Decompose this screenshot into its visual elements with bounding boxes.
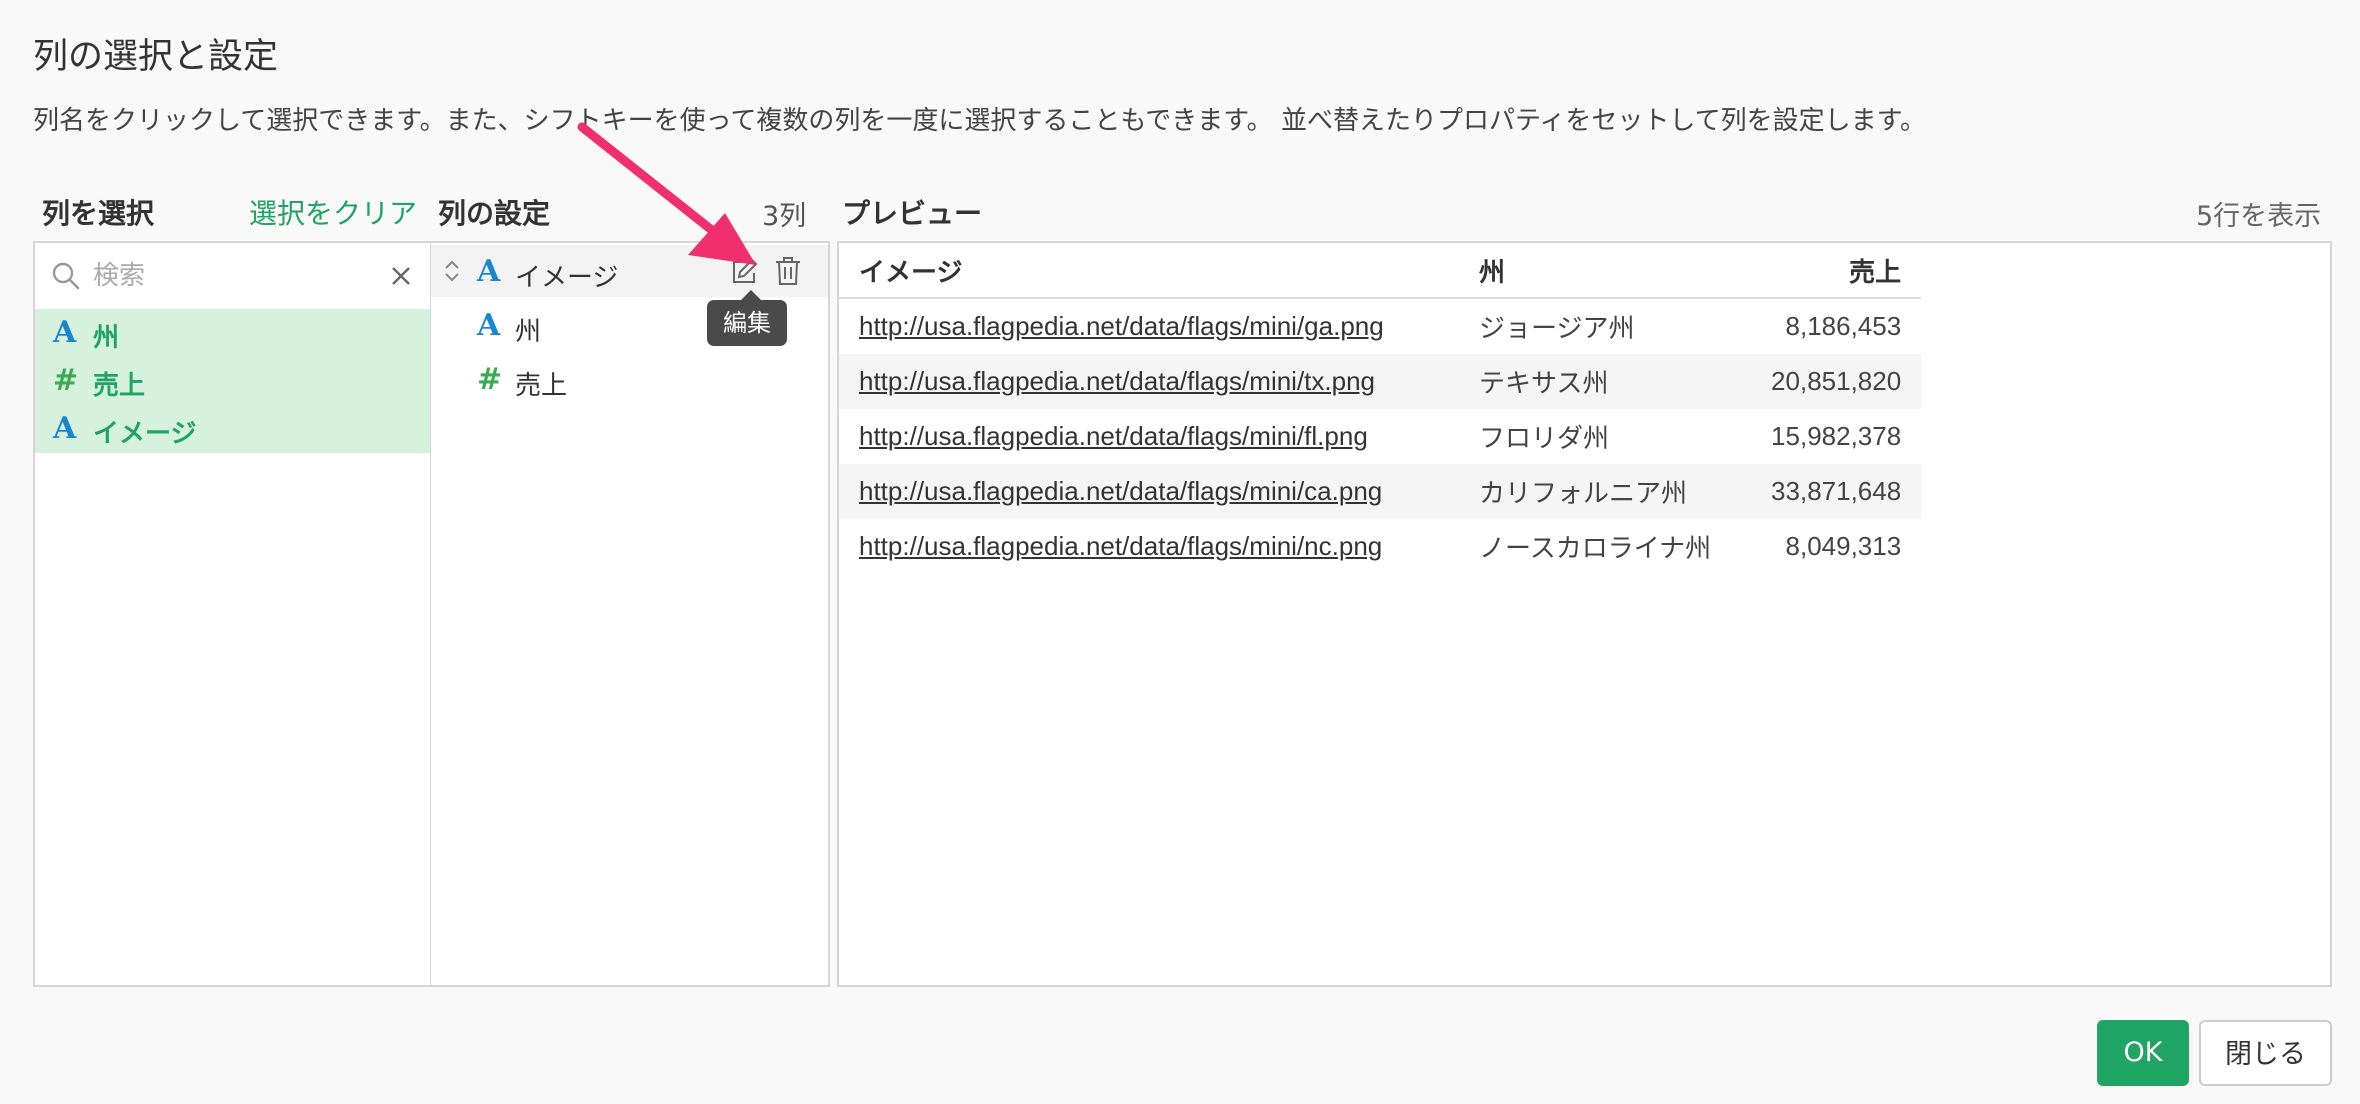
- clear-selection-link[interactable]: 選択をクリア: [249, 192, 417, 232]
- rows-shown-label: 5行を表示: [2196, 201, 2322, 232]
- character-type-icon: A: [53, 411, 77, 446]
- dialog-title: 列の選択と設定: [33, 37, 279, 77]
- select-columns-heading: 列を選択: [42, 197, 155, 230]
- select-item-state[interactable]: A 州: [35, 309, 430, 357]
- sales-cell: 8,186,453: [1785, 311, 1902, 341]
- edit-tooltip: 編集: [707, 290, 787, 346]
- select-item-label: 州: [93, 323, 120, 353]
- preview-table: イメージ 州 売上 http://usa.flagpedia.net/data/…: [839, 243, 1922, 574]
- column-header: 売上: [1731, 243, 1922, 299]
- column-settings-heading: 列の設定: [438, 197, 551, 230]
- character-type-icon: A: [477, 308, 501, 343]
- numeric-type-icon: #: [477, 362, 503, 397]
- character-type-icon: A: [477, 254, 501, 289]
- table-row: http://usa.flagpedia.net/data/flags/mini…: [839, 298, 1921, 354]
- state-cell: ジョージア州: [1479, 313, 1635, 343]
- table-row: http://usa.flagpedia.net/data/flags/mini…: [839, 354, 1922, 409]
- preview-panel: イメージ 州 売上 http://usa.flagpedia.net/data/…: [837, 241, 2332, 987]
- sales-cell: 8,049,313: [1785, 531, 1902, 561]
- select-item-label: 売上: [93, 371, 146, 401]
- column-header: 州: [1459, 243, 1732, 299]
- ok-button[interactable]: OK: [2097, 1020, 2189, 1086]
- close-button[interactable]: 閉じる: [2199, 1020, 2332, 1086]
- table-row: http://usa.flagpedia.net/data/flags/mini…: [839, 519, 1921, 574]
- state-cell: テキサス州: [1459, 354, 1732, 409]
- image-url-cell[interactable]: http://usa.flagpedia.net/data/flags/mini…: [839, 354, 1459, 409]
- drag-handle-icon[interactable]: [443, 259, 461, 287]
- image-url-cell[interactable]: http://usa.flagpedia.net/data/flags/mini…: [839, 464, 1459, 519]
- image-url-cell[interactable]: http://usa.flagpedia.net/data/flags/mini…: [839, 409, 1459, 464]
- select-item-image[interactable]: A イメージ: [35, 405, 430, 453]
- column-select-panel: A 州 # 売上 A イメージ: [33, 241, 432, 987]
- settings-item-sales[interactable]: # 売上: [431, 353, 828, 405]
- state-cell: ノースカロライナ州: [1479, 533, 1712, 563]
- state-cell: カリフォルニア州: [1459, 464, 1732, 519]
- state-cell: フロリダ州: [1479, 423, 1610, 453]
- table-row: http://usa.flagpedia.net/data/flags/mini…: [839, 409, 1921, 464]
- settings-item-label: 売上: [515, 371, 568, 401]
- search-icon: [51, 261, 81, 295]
- numeric-type-icon: #: [53, 363, 79, 398]
- sales-cell: 20,851,820: [1731, 354, 1922, 409]
- dialog-description: 列名をクリックして選択できます。また、シフトキーを使って複数の列を一度に選択する…: [33, 106, 1927, 136]
- sales-cell: 15,982,378: [1771, 421, 1902, 451]
- annotation-arrow-icon: [577, 122, 756, 265]
- search-box: [35, 243, 430, 311]
- column-settings-panel: A イメージ A 州 # 売上: [431, 241, 830, 987]
- table-header-row: イメージ 州 売上: [839, 243, 1922, 299]
- table-row: http://usa.flagpedia.net/data/flags/mini…: [839, 464, 1922, 519]
- search-input[interactable]: [91, 253, 365, 299]
- preview-heading: プレビュー: [842, 197, 983, 230]
- column-header: イメージ: [839, 243, 1459, 299]
- settings-item-label: 州: [515, 317, 542, 347]
- select-item-sales[interactable]: # 売上: [35, 357, 430, 405]
- image-url-cell[interactable]: http://usa.flagpedia.net/data/flags/mini…: [839, 519, 1459, 574]
- character-type-icon: A: [53, 315, 77, 350]
- image-url-cell[interactable]: http://usa.flagpedia.net/data/flags/mini…: [839, 298, 1459, 354]
- select-item-label: イメージ: [93, 419, 197, 449]
- sales-cell: 33,871,648: [1731, 464, 1922, 519]
- clear-search-icon[interactable]: [390, 265, 412, 291]
